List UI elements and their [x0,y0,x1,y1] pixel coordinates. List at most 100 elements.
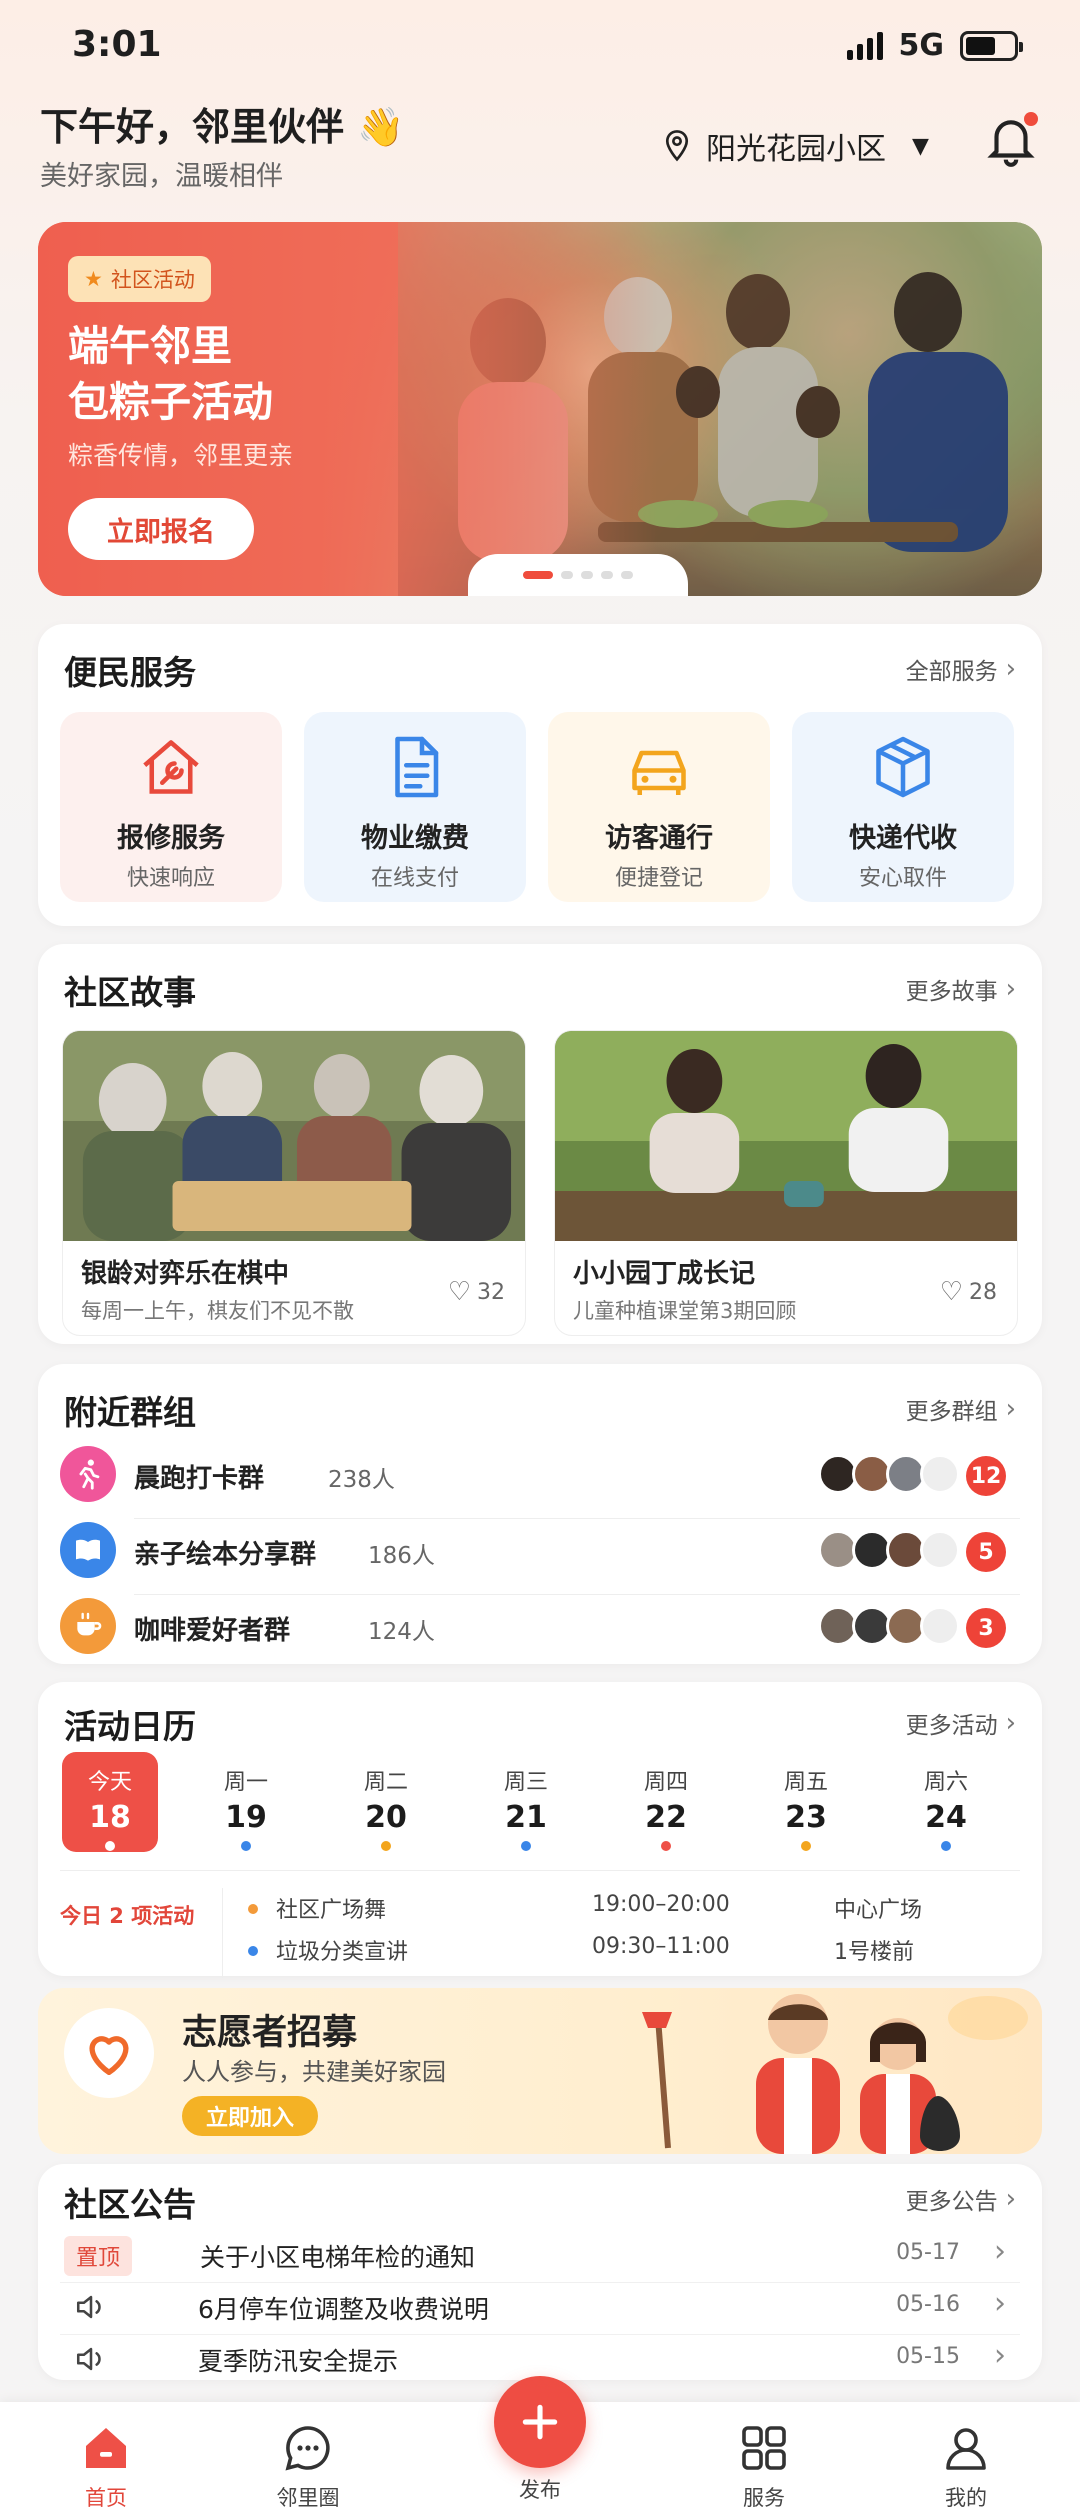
greeting: 下午好，邻里伙伴 👋 [40,105,405,149]
grid-icon [742,2426,786,2470]
publish-label: 发布 [519,2478,561,2502]
story-card[interactable]: 小小园丁成长记 儿童种植课堂第3期回顾 ♡ 28 [554,1030,1018,1336]
service-desc: 便捷登记 [614,866,703,891]
community-selector[interactable]: 阳光花园小区 ▼ [662,124,929,168]
service-desc: 快速响应 [126,866,215,891]
group-name: 咖啡爱好者群 [134,1616,291,1646]
day-date: 24 [925,1800,967,1835]
avatar-more [920,1454,960,1494]
notice-text: 夏季防汛安全提示 [198,2347,399,2376]
day-date: 18 [89,1800,131,1835]
service-name: 访客通行 [605,823,713,854]
tab-label: 邻里圈 [276,2486,340,2510]
calendar-day[interactable]: 周四 22 [618,1752,714,1852]
notification-bell[interactable] [982,112,1040,170]
group-avatars [818,1530,960,1570]
package-icon [876,736,930,798]
story-likes[interactable]: ♡ 32 [448,1277,505,1307]
speaker-icon [76,2347,101,2371]
group-item[interactable]: 咖啡爱好者群 124人 3 [60,1590,1020,1666]
calendar-day[interactable]: 周三 21 [478,1752,574,1852]
services-grid: 报修服务 快速响应 物业缴费 在线支付 访客通行 便捷登记 快递代收 安心取件 [60,712,1014,902]
event-row[interactable]: 垃圾分类宣讲 09:30–11:00 1号楼前 [248,1934,1008,1970]
story-card[interactable]: 银龄对弈乐在棋中 每周一上午，棋友们不见不散 ♡ 32 [62,1030,526,1336]
carousel-dot-active[interactable] [523,571,553,579]
more-stories-label: 更多故事 [905,979,998,1005]
chevron-right-icon: › [994,2338,1006,2373]
notification-dot [1024,112,1038,126]
calendar-day[interactable]: 周二 20 [338,1752,434,1852]
day-weekday: 周五 [783,1770,828,1795]
notice-date: 05-17 [896,2240,960,2265]
group-name: 晨跑打卡群 [134,1464,265,1494]
day-date: 21 [505,1800,547,1835]
banner-title-line1: 端午邻里 [68,322,232,370]
service-payment[interactable]: 物业缴费 在线支付 [304,712,526,902]
divider [60,1870,1020,1871]
service-visitor[interactable]: 访客通行 便捷登记 [548,712,770,902]
calendar-day-today[interactable]: 今天 18 [62,1752,158,1852]
network-label: 5G [898,28,945,63]
service-name: 物业缴费 [361,823,469,854]
event-time: 09:30–11:00 [592,1934,730,1959]
service-parcel[interactable]: 快递代收 安心取件 [792,712,1014,902]
story-like-count: 28 [969,1279,997,1305]
event-time: 19:00–20:00 [592,1892,730,1917]
signup-button[interactable]: 立即报名 [68,498,254,560]
tab-home[interactable]: 首页 [36,2412,176,2512]
plus-icon [522,2404,558,2440]
status-time: 3:01 [72,24,162,65]
volunteer-subtitle: 人人参与，共建美好家园 [182,2058,446,2086]
book-icon [60,1522,116,1578]
groups-title: 附近群组 [64,1393,196,1432]
notice-date: 05-15 [896,2344,960,2369]
more-notices-label: 更多公告 [905,2189,998,2215]
volunteer-banner[interactable]: 志愿者招募 人人参与，共建美好家园 立即加入 [38,1988,1042,2154]
tab-mine[interactable]: 我的 [896,2412,1036,2512]
carousel-dot[interactable] [621,571,633,579]
calendar-day[interactable]: 周五 23 [758,1752,854,1852]
publish-button[interactable] [494,2376,586,2468]
day-weekday: 今天 [87,1770,132,1795]
more-notices-link[interactable]: 更多公告 › [906,2182,1016,2216]
chevron-right-icon: › [1005,1708,1016,1738]
chevron-right-icon: › [1005,654,1016,684]
more-groups-link[interactable]: 更多群组 › [906,1392,1016,1426]
event-dot [801,1841,811,1851]
group-item[interactable]: 亲子绘本分享群 186人 5 [60,1514,1020,1590]
unread-badge: 3 [966,1608,1006,1648]
chevron-right-icon: › [1005,974,1016,1004]
location-pin-icon [665,130,689,162]
activity-banner[interactable]: ★ 社区活动 端午邻里 包粽子活动 粽香传情，邻里更亲 立即报名 [38,222,1042,596]
greeting-subtitle: 美好家园，温暖相伴 [40,161,283,192]
tab-service[interactable]: 服务 [694,2412,834,2512]
service-desc: 安心取件 [858,866,947,891]
notice-item[interactable]: 置顶 关于小区电梯年检的通知 05-17 › [60,2230,1020,2282]
calendar-card: 活动日历 更多活动 › 今天 18 周一 19 周二 20 周三 21 周四 22… [38,1682,1042,1978]
join-button[interactable]: 立即加入 [182,2096,318,2136]
carousel-dot[interactable] [601,571,613,579]
home-icon [86,2428,126,2468]
day-date: 22 [645,1800,687,1835]
group-avatars [818,1454,960,1494]
unread-badge: 5 [966,1532,1006,1572]
banner-tag-label: 社区活动 [110,268,195,292]
story-likes[interactable]: ♡ 28 [940,1277,997,1307]
all-services-link[interactable]: 全部服务 › [906,652,1016,686]
group-member-count: 186人 [368,1543,435,1569]
more-stories-link[interactable]: 更多故事 › [906,972,1016,1006]
notice-item[interactable]: 6月停车位调整及收费说明 05-16 › [60,2282,1020,2334]
calendar-day[interactable]: 周一 19 [198,1752,294,1852]
group-item[interactable]: 晨跑打卡群 238人 12 [60,1438,1020,1514]
day-weekday: 周一 [223,1770,268,1795]
more-activities-link[interactable]: 更多活动 › [906,1706,1016,1740]
pinned-badge: 置顶 [64,2236,133,2276]
calendar-day[interactable]: 周六 24 [898,1752,994,1852]
carousel-dot[interactable] [581,571,593,579]
tab-neighbors[interactable]: 邻里圈 [238,2412,378,2512]
notice-date: 05-16 [896,2292,960,2317]
day-weekday: 周二 [363,1770,408,1795]
event-row[interactable]: 社区广场舞 19:00–20:00 中心广场 [248,1892,1008,1928]
carousel-dot[interactable] [561,571,573,579]
service-repair[interactable]: 报修服务 快速响应 [60,712,282,902]
